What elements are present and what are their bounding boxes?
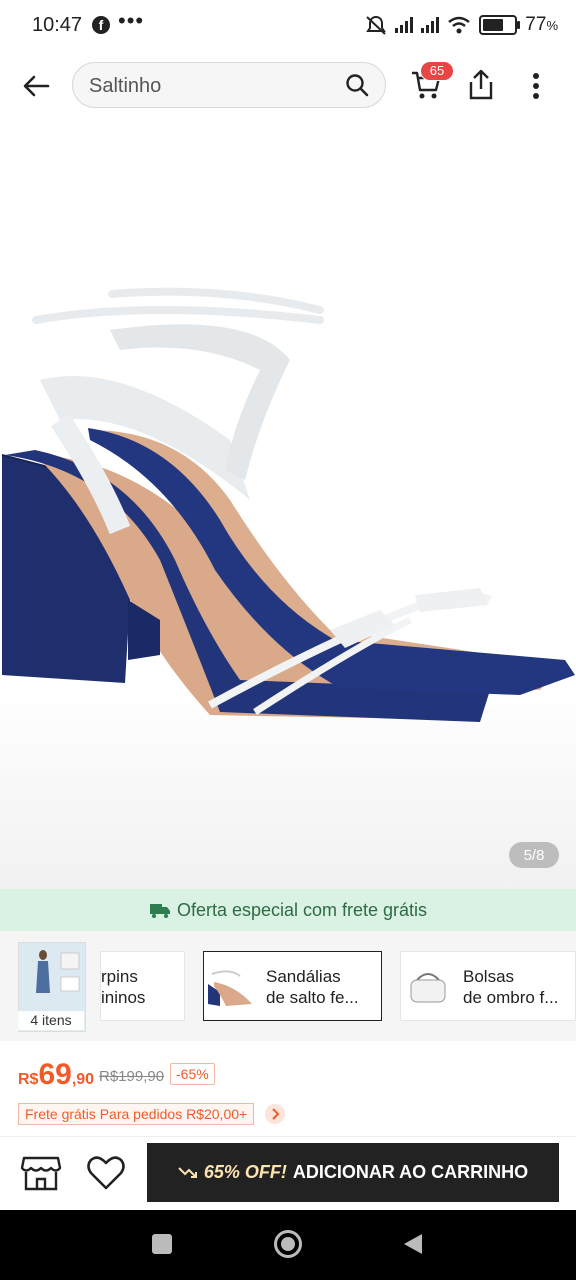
price-decimals: ,90 — [71, 1071, 95, 1088]
cta-label: ADICIONAR AO CARRINHO — [292, 1162, 529, 1182]
add-to-cart-button[interactable]: 65% OFF! ADICIONAR AO CARRINHO — [147, 1143, 559, 1202]
promo-text: Oferta especial com frete grátis — [176, 899, 428, 920]
related-item-label: Sandálias de salto fe... — [266, 966, 359, 1008]
related-item-bolsas[interactable]: Bolsas de ombro f... — [400, 951, 576, 1021]
more-options-icon[interactable] — [524, 70, 548, 102]
product-image-gallery[interactable] — [0, 210, 576, 890]
store-icon[interactable] — [20, 1154, 62, 1192]
signal-icon — [395, 17, 414, 33]
truck-icon — [149, 904, 170, 918]
related-item-line1: Sandálias — [266, 967, 341, 986]
search-value: Saltinho — [89, 75, 162, 97]
mute-icon — [366, 15, 387, 35]
sandal-thumbnail — [208, 970, 252, 1006]
trend-down-icon — [178, 1166, 197, 1178]
battery-level — [483, 19, 504, 31]
wishlist-heart-icon[interactable] — [86, 1154, 126, 1192]
related-item-line2: de salto fe... — [266, 988, 359, 1007]
battery-suffix: % — [546, 18, 558, 33]
cta-discount: 65% OFF! — [203, 1162, 287, 1182]
back-nav-icon[interactable] — [402, 1232, 424, 1256]
original-price: R$199,90 — [99, 1068, 165, 1085]
related-item-line1: rpins — [101, 967, 138, 986]
sandal-image — [1, 287, 575, 722]
search-icon[interactable] — [345, 73, 369, 97]
system-nav-bar — [0, 1210, 576, 1280]
free-shipping-banner: Oferta especial com frete grátis — [0, 889, 576, 931]
related-item-label: rpins ininos — [101, 966, 145, 1008]
battery-icon — [479, 15, 521, 35]
recent-apps-button[interactable] — [152, 1234, 172, 1254]
current-price: R$ 69 ,90 — [18, 1058, 94, 1092]
battery-percent: 77 — [525, 14, 547, 35]
back-arrow-icon[interactable] — [18, 68, 54, 104]
image-counter: 5/8 — [509, 842, 559, 868]
status-right: 77% — [365, 14, 558, 36]
related-item-line2: ininos — [101, 988, 146, 1007]
related-item-label: Bolsas de ombro f... — [463, 966, 558, 1008]
outfit-image — [19, 943, 85, 1013]
share-icon[interactable] — [466, 68, 496, 102]
battery-text: 77% — [525, 14, 558, 36]
signal-icon-2 — [421, 17, 440, 33]
cart-badge: 65 — [420, 61, 454, 81]
divider — [0, 1136, 576, 1137]
bag-thumbnail — [410, 973, 446, 1003]
price-currency: R$ — [18, 1071, 39, 1088]
related-item-scarpins[interactable]: rpins ininos — [100, 951, 185, 1021]
price-integer: 69 — [38, 1058, 72, 1091]
facebook-icon: f — [92, 16, 110, 34]
related-item-line2: de ombro f... — [463, 988, 559, 1007]
status-bar: 10:47 f ••• 77% — [0, 0, 576, 54]
home-button[interactable] — [274, 1230, 302, 1258]
search-input[interactable]: Saltinho — [72, 62, 386, 108]
notification-overflow: ••• — [118, 8, 145, 33]
free-shipping-tag[interactable]: Frete grátis Para pedidos R$20,00+ — [18, 1103, 255, 1125]
chevron-right-icon[interactable] — [265, 1104, 285, 1124]
wifi-icon — [448, 16, 471, 34]
discount-badge: -65% — [170, 1063, 215, 1085]
status-time: 10:47 — [32, 14, 83, 36]
related-item-line1: Bolsas — [463, 967, 515, 986]
related-item-sandalias[interactable]: Sandálias de salto fe... — [203, 951, 382, 1021]
look-item-count: 4 itens — [18, 1011, 84, 1030]
